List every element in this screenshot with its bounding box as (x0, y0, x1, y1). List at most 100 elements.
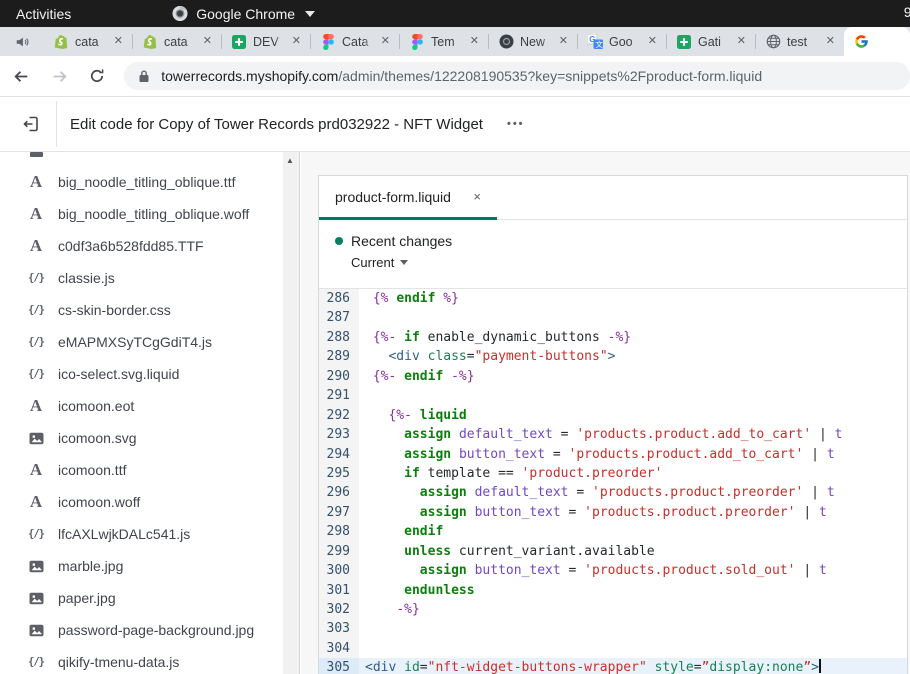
recent-changes-label: Recent changes (351, 233, 452, 249)
activities-button[interactable]: Activities (0, 0, 87, 27)
browser-tab[interactable]: cata✕ (133, 27, 221, 56)
tab-close-icon[interactable]: ✕ (112, 34, 125, 49)
file-item[interactable]: {/}eMAPMXSyTCgGdiT4.js (0, 326, 283, 358)
browser-tab[interactable]: DEV✕ (222, 27, 310, 56)
image-file-icon (26, 431, 46, 446)
file-name: icomoon.eot (58, 398, 134, 414)
file-name: icomoon.ttf (58, 462, 126, 478)
code-line[interactable]: 288 {%- if enable_dynamic_buttons -%} (319, 328, 907, 347)
file-item[interactable]: Aicomoon.eot (0, 390, 283, 422)
tab-close-icon[interactable]: ✕ (824, 34, 837, 49)
browser-tab[interactable]: Tem✕ (400, 27, 488, 56)
forward-button[interactable] (43, 60, 74, 92)
code-line[interactable]: 301 endunless (319, 581, 907, 600)
code-line[interactable]: 297 assign button_text = 'products.produ… (319, 503, 907, 522)
code-line[interactable]: 300 assign button_text = 'products.produ… (319, 561, 907, 580)
file-item[interactable]: Abig_noodle_titling_oblique.woff (0, 198, 283, 230)
tab-divider (488, 34, 489, 49)
url-domain: towerrecords.myshopify.com (161, 68, 338, 84)
code-line[interactable]: 289 <div class="payment-buttons"> (319, 347, 907, 366)
line-number: 304 (319, 639, 359, 658)
code-line[interactable]: 295 if template == 'product.preorder' (319, 464, 907, 483)
figma-favicon-icon (409, 34, 425, 50)
file-item[interactable]: icomoon.svg (0, 422, 283, 454)
file-item[interactable]: Abig_noodle_titling_oblique.ttf (0, 166, 283, 198)
file-item[interactable]: Aicomoon.ttf (0, 454, 283, 486)
code-line[interactable]: 294 assign button_text = 'products.produ… (319, 445, 907, 464)
browser-tab[interactable] (844, 27, 910, 56)
app-menu[interactable]: Google Chrome (172, 6, 315, 22)
tab-close-icon[interactable]: ✕ (735, 34, 748, 49)
reload-button[interactable] (81, 60, 112, 92)
tab-close-icon[interactable]: ✕ (379, 34, 392, 49)
scroll-up-arrow-icon[interactable]: ▲ (286, 156, 294, 165)
file-item[interactable]: {/}ico-select.svg.liquid (0, 358, 283, 390)
line-number: 305 (319, 658, 359, 674)
figma-favicon-icon (320, 34, 336, 50)
code-line[interactable]: 292 {%- liquid (319, 406, 907, 425)
browser-tab[interactable]: G文Goo✕ (578, 27, 666, 56)
browser-tab[interactable]: New ✕ (489, 27, 577, 56)
admin-header: Edit code for Copy of Tower Records prd0… (0, 97, 910, 152)
browser-tab[interactable]: Cata✕ (311, 27, 399, 56)
more-actions-button[interactable]: ••• (501, 114, 531, 134)
tab-close-icon[interactable]: ✕ (646, 34, 659, 49)
editor-tab-product-form[interactable]: product-form.liquid × (319, 176, 497, 220)
tab-close-icon[interactable]: ✕ (290, 34, 303, 49)
svg-text:文: 文 (595, 39, 603, 49)
file-name: big_noodle_titling_oblique.woff (58, 206, 249, 222)
clock[interactable]: 9 A (904, 4, 910, 20)
sidebar-scrollbar[interactable]: ▲ (283, 152, 300, 674)
file-item[interactable]: marble.jpg (0, 550, 283, 582)
editor-tab-label: product-form.liquid (335, 189, 471, 205)
code-line[interactable]: 303 (319, 619, 907, 638)
tab-divider (221, 34, 222, 49)
tab-title: Goo (609, 35, 640, 49)
code-text (359, 308, 907, 327)
code-line[interactable]: 287 (319, 308, 907, 327)
tab-close-icon[interactable]: ✕ (201, 34, 214, 49)
browser-tab[interactable]: cata ✕ (44, 27, 132, 56)
file-name: lfcAXLwjkDALc541.js (58, 526, 190, 542)
file-item[interactable]: {/}qikify-tmenu-data.js (0, 646, 283, 674)
tab-title: cata (75, 35, 106, 49)
code-line[interactable]: 298 endif (319, 522, 907, 541)
code-line[interactable]: 296 assign default_text = 'products.prod… (319, 483, 907, 502)
page-title: Edit code for Copy of Tower Records prd0… (70, 116, 483, 133)
line-number: 291 (319, 386, 359, 405)
code-line[interactable]: 299 unless current_variant.available (319, 542, 907, 561)
version-dropdown[interactable]: Current (351, 255, 891, 270)
file-item[interactable]: {/}cs-skin-border.css (0, 294, 283, 326)
screen: Activities Google Chrome 9 A cata✕cata✕D… (0, 0, 910, 674)
browser-tab[interactable]: test✕ (756, 27, 844, 56)
tab-close-icon[interactable]: ✕ (557, 34, 570, 49)
tab-audio-indicator[interactable] (0, 27, 44, 56)
file-name: cs-skin-border.css (58, 302, 171, 318)
line-number: 288 (319, 328, 359, 347)
recent-changes-block: Recent changes Current (319, 220, 907, 289)
code-line[interactable]: 304 (319, 639, 907, 658)
code-line[interactable]: 302 -%} (319, 600, 907, 619)
file-item[interactable]: Ac0df3a6b528fdd85.TTF (0, 230, 283, 262)
back-button[interactable] (6, 60, 37, 92)
image-file-icon (26, 623, 46, 638)
font-file-icon: A (26, 236, 46, 256)
file-item[interactable]: {/}classie.js (0, 262, 283, 294)
file-item[interactable]: Aicomoon.woff (0, 486, 283, 518)
file-item[interactable]: password-page-background.jpg (0, 614, 283, 646)
address-bar[interactable]: towerrecords.myshopify.com/admin/themes/… (124, 62, 910, 90)
exit-code-editor-button[interactable] (12, 105, 50, 143)
file-item[interactable]: paper.jpg (0, 582, 283, 614)
browser-tab[interactable]: Gati✕ (667, 27, 755, 56)
code-line[interactable]: 291 (319, 386, 907, 405)
code-editor[interactable]: 286 {% endif %}287288 {%- if enable_dyna… (319, 289, 907, 674)
tab-close-icon[interactable]: ✕ (468, 34, 481, 49)
code-line[interactable]: 293 assign default_text = 'products.prod… (319, 425, 907, 444)
code-line[interactable]: 286 {% endif %} (319, 289, 907, 308)
code-text: assign button_text = 'products.product.s… (359, 561, 907, 580)
code-line[interactable]: 305<div id="nft-widget-buttons-wrapper" … (319, 658, 907, 674)
file-item[interactable]: {/}lfcAXLwjkDALc541.js (0, 518, 283, 550)
editor-tab-close-icon[interactable]: × (471, 189, 483, 204)
tab-title: New (520, 35, 551, 49)
code-line[interactable]: 290 {%- endif -%} (319, 367, 907, 386)
